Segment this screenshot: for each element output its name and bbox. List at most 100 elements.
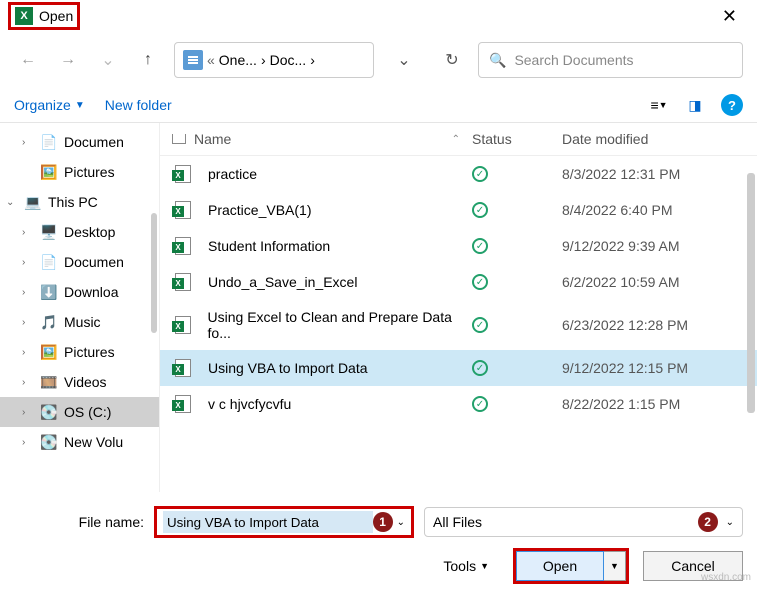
sort-arrow-icon: ⌃ <box>452 134 460 145</box>
tree-item[interactable]: ›💽OS (C:) <box>0 397 159 427</box>
close-button[interactable]: ✕ <box>710 2 749 31</box>
tree-item[interactable]: ›📄Documen <box>0 247 159 277</box>
status-ok-icon: ✓ <box>472 202 488 218</box>
tree-item[interactable]: › 💽 New Volu <box>0 427 159 457</box>
filetype-filter[interactable]: All Files 2 ⌄ <box>424 507 743 537</box>
tree-label: Desktop <box>64 224 115 240</box>
checkbox-icon[interactable] <box>172 134 186 144</box>
search-input[interactable]: 🔍 Search Documents <box>478 42 743 78</box>
back-button[interactable]: ← <box>14 46 42 74</box>
address-bar[interactable]: « One... › Doc... › <box>174 42 374 78</box>
tree-icon: 💽 <box>40 403 58 421</box>
tree-label: New Volu <box>64 434 123 450</box>
tree-item[interactable]: 🖼️Pictures <box>0 157 159 187</box>
tree-icon: ⬇️ <box>40 283 58 301</box>
annotation-badge-2: 2 <box>698 512 718 532</box>
file-row[interactable]: Undo_a_Save_in_Excel ✓ 6/2/2022 10:59 AM <box>160 264 757 300</box>
help-button[interactable]: ? <box>721 94 743 116</box>
file-name: Practice_VBA(1) <box>208 202 311 218</box>
file-date: 8/4/2022 6:40 PM <box>562 202 745 218</box>
up-button[interactable]: ↑ <box>134 46 162 74</box>
open-button[interactable]: Open <box>516 551 604 581</box>
search-placeholder: Search Documents <box>514 52 633 68</box>
file-date: 9/12/2022 9:39 AM <box>562 238 745 254</box>
chevron-icon: › <box>22 437 34 448</box>
tree-label: Documen <box>64 254 124 270</box>
status-ok-icon: ✓ <box>472 274 488 290</box>
chevron-icon: › <box>22 317 34 328</box>
open-dropdown[interactable]: ▼ <box>604 551 626 581</box>
tree-item[interactable]: ›🎞️Videos <box>0 367 159 397</box>
tree-label: Documen <box>64 134 124 150</box>
excel-file-icon <box>172 359 190 377</box>
new-folder-button[interactable]: New folder <box>105 97 172 113</box>
tree-icon: 🖥️ <box>40 223 58 241</box>
file-row[interactable]: Student Information ✓ 9/12/2022 9:39 AM <box>160 228 757 264</box>
excel-file-icon <box>172 201 190 219</box>
chevron-down-icon: ▼ <box>480 561 489 571</box>
tree-icon: 📄 <box>40 253 58 271</box>
excel-file-icon <box>172 237 190 255</box>
tree-label: Music <box>64 314 101 330</box>
refresh-button[interactable]: ↻ <box>438 46 466 74</box>
file-date: 6/23/2022 12:28 PM <box>562 317 745 333</box>
view-list-icon[interactable]: ≡ ▼ <box>649 95 669 115</box>
tree-item[interactable]: ›🖥️Desktop <box>0 217 159 247</box>
tree-item[interactable]: ›🎵Music <box>0 307 159 337</box>
filename-label: File name: <box>14 514 144 530</box>
recent-button[interactable]: ⌄ <box>94 46 122 74</box>
filename-input[interactable] <box>163 511 373 533</box>
tree-item[interactable]: ›🖼️Pictures <box>0 337 159 367</box>
file-name: Using Excel to Clean and Prepare Data fo… <box>208 309 472 341</box>
col-date[interactable]: Date modified <box>562 131 745 147</box>
chevron-down-icon: ⌄ <box>726 517 734 528</box>
file-list[interactable]: Name ⌃ Status Date modified practice✓8/3… <box>160 123 757 492</box>
annotation-badge-1: 1 <box>373 512 393 532</box>
file-date: 8/22/2022 1:15 PM <box>562 396 745 412</box>
tree-item[interactable]: ›⬇️Downloa <box>0 277 159 307</box>
file-row[interactable]: v c hjvcfycvfu✓8/22/2022 1:15 PM <box>160 386 757 422</box>
search-icon: 🔍 <box>489 52 506 69</box>
excel-file-icon <box>172 316 190 334</box>
file-row[interactable]: Practice_VBA(1) ✓ 8/4/2022 6:40 PM <box>160 192 757 228</box>
preview-pane-icon[interactable]: ◨ <box>685 95 705 115</box>
path-seg-1[interactable]: Doc... <box>270 52 307 68</box>
file-scrollbar[interactable] <box>747 173 755 413</box>
col-name[interactable]: Name <box>194 131 231 147</box>
path-prefix: « <box>207 52 215 68</box>
file-date: 8/3/2022 12:31 PM <box>562 166 745 182</box>
excel-file-icon <box>172 273 190 291</box>
tree-icon: 💻 <box>24 193 42 211</box>
path-seg-0[interactable]: One... <box>219 52 257 68</box>
file-name: Using VBA to Import Data <box>208 360 368 376</box>
tree-label: Pictures <box>64 344 115 360</box>
chevron-icon: › <box>22 137 34 148</box>
organize-menu[interactable]: Organize ▼ <box>14 97 85 113</box>
file-name: Student Information <box>208 238 330 254</box>
col-status[interactable]: Status <box>472 131 562 147</box>
file-row[interactable]: practice✓8/3/2022 12:31 PM <box>160 156 757 192</box>
tree-icon: 🎞️ <box>40 373 58 391</box>
tree-label: OS (C:) <box>64 404 111 420</box>
chevron-icon: › <box>22 377 34 388</box>
excel-file-icon <box>172 395 190 413</box>
status-ok-icon: ✓ <box>472 238 488 254</box>
nav-tree[interactable]: ›📄Documen🖼️Pictures⌄💻This PC›🖥️Desktop›📄… <box>0 123 160 492</box>
filename-dropdown[interactable]: ⌄ <box>397 517 405 528</box>
status-ok-icon: ✓ <box>472 360 488 376</box>
tree-scrollbar[interactable] <box>151 213 157 333</box>
watermark: wsxdn.com <box>701 572 751 583</box>
file-name: Undo_a_Save_in_Excel <box>208 274 357 290</box>
tree-item[interactable]: ›📄Documen <box>0 127 159 157</box>
tree-label: Downloa <box>64 284 118 300</box>
tools-menu[interactable]: Tools ▼ <box>443 558 489 574</box>
file-date: 6/2/2022 10:59 AM <box>562 274 745 290</box>
path-dropdown[interactable]: ⌄ <box>390 46 418 74</box>
file-row[interactable]: Using Excel to Clean and Prepare Data fo… <box>160 300 757 350</box>
chevron-icon: ⌄ <box>6 197 18 208</box>
forward-button[interactable]: → <box>54 46 82 74</box>
file-row[interactable]: Using VBA to Import Data✓9/12/2022 12:15… <box>160 350 757 386</box>
tree-icon: 💽 <box>40 433 58 451</box>
tree-item[interactable]: ⌄💻This PC <box>0 187 159 217</box>
list-header: Name ⌃ Status Date modified <box>160 123 757 156</box>
